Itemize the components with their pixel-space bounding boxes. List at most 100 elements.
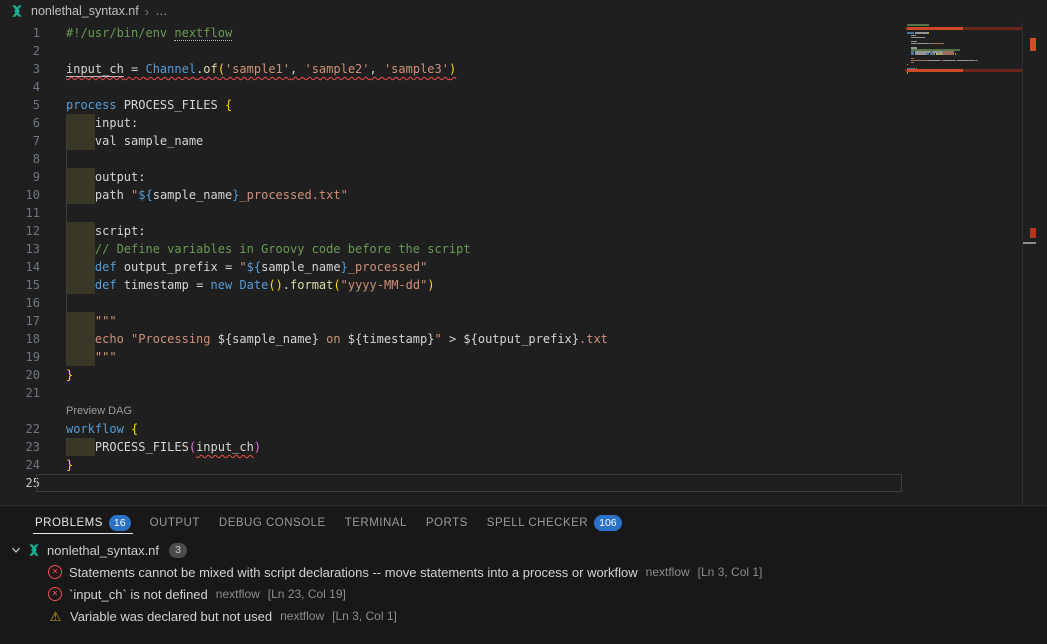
line-number: 22	[0, 420, 40, 438]
indent-guide	[66, 276, 67, 294]
code-line-content[interactable]: process PROCESS_FILES {	[66, 96, 902, 114]
code-line[interactable]: 25	[0, 474, 902, 492]
code-line-content[interactable]: path "${sample_name}_processed.txt"	[66, 186, 902, 204]
code-line-content[interactable]	[66, 294, 902, 312]
panel-tab-output[interactable]: OUTPUT	[148, 506, 202, 539]
code-line[interactable]: 20}	[0, 366, 902, 384]
indent-highlight-block	[66, 240, 95, 258]
panel-tab-terminal[interactable]: TERMINAL	[343, 506, 409, 539]
code-line[interactable]: 12 script:	[0, 222, 902, 240]
code-line-content[interactable]: PROCESS_FILES(input_ch)	[66, 438, 902, 456]
problems-file-row[interactable]: nonlethal_syntax.nf 3	[0, 539, 1047, 561]
codelens-preview-dag[interactable]: Preview DAG	[66, 402, 902, 420]
code-line[interactable]: 15 def timestamp = new Date().format("yy…	[0, 276, 902, 294]
nextflow-file-icon	[27, 543, 41, 557]
code-line[interactable]: 8	[0, 150, 902, 168]
panel-tab-spell-checker[interactable]: SPELL CHECKER106	[485, 506, 624, 539]
code-line-content[interactable]: def output_prefix = "${sample_name}_proc…	[66, 258, 902, 276]
codelens-row[interactable]: Preview DAG	[0, 402, 902, 420]
line-number: 14	[0, 258, 40, 276]
code-line[interactable]: 11	[0, 204, 902, 222]
code-line[interactable]: 22 workflow {	[0, 420, 902, 438]
line-number: 15	[0, 276, 40, 294]
code-line-content[interactable]	[66, 384, 902, 402]
indent-guide	[66, 330, 67, 348]
problem-row[interactable]: Variable was declared but not usednextfl…	[0, 605, 1047, 627]
code-line[interactable]: 10 path "${sample_name}_processed.txt"	[0, 186, 902, 204]
code-line[interactable]: 14 def output_prefix = "${sample_name}_p…	[0, 258, 902, 276]
problem-list: Statements cannot be mixed with script d…	[0, 561, 1047, 627]
code-line[interactable]: 24}	[0, 456, 902, 474]
code-line-content[interactable]	[66, 474, 902, 492]
code-line-content[interactable]: input_ch = Channel.of('sample1', 'sample…	[66, 60, 902, 78]
code-editor[interactable]: 1#!/usr/bin/env nextflow23input_ch = Cha…	[0, 22, 1036, 505]
code-line[interactable]: 6 input:	[0, 114, 902, 132]
code-line-content[interactable]: """	[66, 348, 902, 366]
code-line[interactable]: 1#!/usr/bin/env nextflow	[0, 24, 902, 42]
panel-tab-debug-console[interactable]: DEBUG CONSOLE	[217, 506, 328, 539]
indent-guide	[66, 132, 67, 150]
chevron-down-icon[interactable]	[10, 544, 22, 556]
code-line[interactable]: 13 // Define variables in Groovy code be…	[0, 240, 902, 258]
code-line[interactable]: 17 """	[0, 312, 902, 330]
code-line-content[interactable]	[66, 150, 902, 168]
code-line-content[interactable]	[66, 42, 902, 60]
problem-location: [Ln 3, Col 1]	[698, 565, 763, 579]
code-line-content[interactable]: echo "Processing ${sample_name} on ${tim…	[66, 330, 902, 348]
code-line[interactable]: 5process PROCESS_FILES {	[0, 96, 902, 114]
indent-guide	[66, 258, 67, 276]
code-line-content[interactable]: #!/usr/bin/env nextflow	[66, 24, 902, 42]
code-line[interactable]: 23 PROCESS_FILES(input_ch)	[0, 438, 902, 456]
code-line[interactable]: 19 """	[0, 348, 902, 366]
code-line-content[interactable]: workflow {	[66, 420, 902, 438]
breadcrumb-file[interactable]: nonlethal_syntax.nf	[31, 4, 139, 18]
problem-location: [Ln 3, Col 1]	[332, 609, 397, 623]
line-number: 11	[0, 204, 40, 222]
code-line[interactable]: 3input_ch = Channel.of('sample1', 'sampl…	[0, 60, 902, 78]
code-line-content[interactable]: """	[66, 312, 902, 330]
problem-row[interactable]: `input_ch` is not definednextflow[Ln 23,…	[0, 583, 1047, 605]
minimap[interactable]	[905, 22, 1022, 505]
code-line[interactable]: 9 output:	[0, 168, 902, 186]
code-line-content[interactable]: input:	[66, 114, 902, 132]
code-line[interactable]: 21	[0, 384, 902, 402]
indent-guide	[66, 294, 67, 312]
code-lines[interactable]: 1#!/usr/bin/env nextflow23input_ch = Cha…	[0, 24, 902, 492]
indent-highlight-block	[66, 312, 95, 330]
code-line-content[interactable]	[66, 78, 902, 96]
code-line[interactable]: 2	[0, 42, 902, 60]
error-squiggle: input_ch = Channel.of('sample1', 'sample…	[66, 62, 456, 77]
line-number: 2	[0, 42, 40, 60]
code-line-content[interactable]: output:	[66, 168, 902, 186]
line-number: 23	[0, 438, 40, 456]
panel-tab-ports[interactable]: PORTS	[424, 506, 470, 539]
problem-row[interactable]: Statements cannot be mixed with script d…	[0, 561, 1047, 583]
error-icon	[48, 587, 62, 601]
overview-ruler[interactable]	[1022, 22, 1036, 505]
code-line-content[interactable]: val sample_name	[66, 132, 902, 150]
code-line[interactable]: 18 echo "Processing ${sample_name} on ${…	[0, 330, 902, 348]
breadcrumb-ellipsis[interactable]: …	[155, 4, 168, 18]
ruler-cursor-line	[1023, 242, 1036, 244]
line-number: 12	[0, 222, 40, 240]
code-line-content[interactable]: def timestamp = new Date().format("yyyy-…	[66, 276, 902, 294]
indent-guide	[66, 168, 67, 186]
line-number: 6	[0, 114, 40, 132]
problems-file-count: 3	[169, 543, 187, 558]
code-line-content[interactable]: }	[66, 456, 902, 474]
code-line[interactable]: 7 val sample_name	[0, 132, 902, 150]
line-number: 9	[0, 168, 40, 186]
code-line-content[interactable]: // Define variables in Groovy code befor…	[66, 240, 902, 258]
code-line-content[interactable]	[66, 204, 902, 222]
problem-location: [Ln 23, Col 19]	[268, 587, 346, 601]
code-line-content[interactable]: script:	[66, 222, 902, 240]
problem-message: Statements cannot be mixed with script d…	[69, 565, 638, 580]
code-line[interactable]: 16	[0, 294, 902, 312]
vscode-window: nonlethal_syntax.nf › … 1#!/usr/bin/env …	[0, 0, 1047, 644]
panel-tab-problems[interactable]: PROBLEMS16	[33, 506, 133, 539]
code-line-content[interactable]: }	[66, 366, 902, 384]
code-line[interactable]: 4	[0, 78, 902, 96]
breadcrumb-separator: ›	[145, 4, 149, 19]
panel-tab-label: OUTPUT	[150, 517, 200, 529]
panel-tab-label: TERMINAL	[345, 517, 407, 529]
